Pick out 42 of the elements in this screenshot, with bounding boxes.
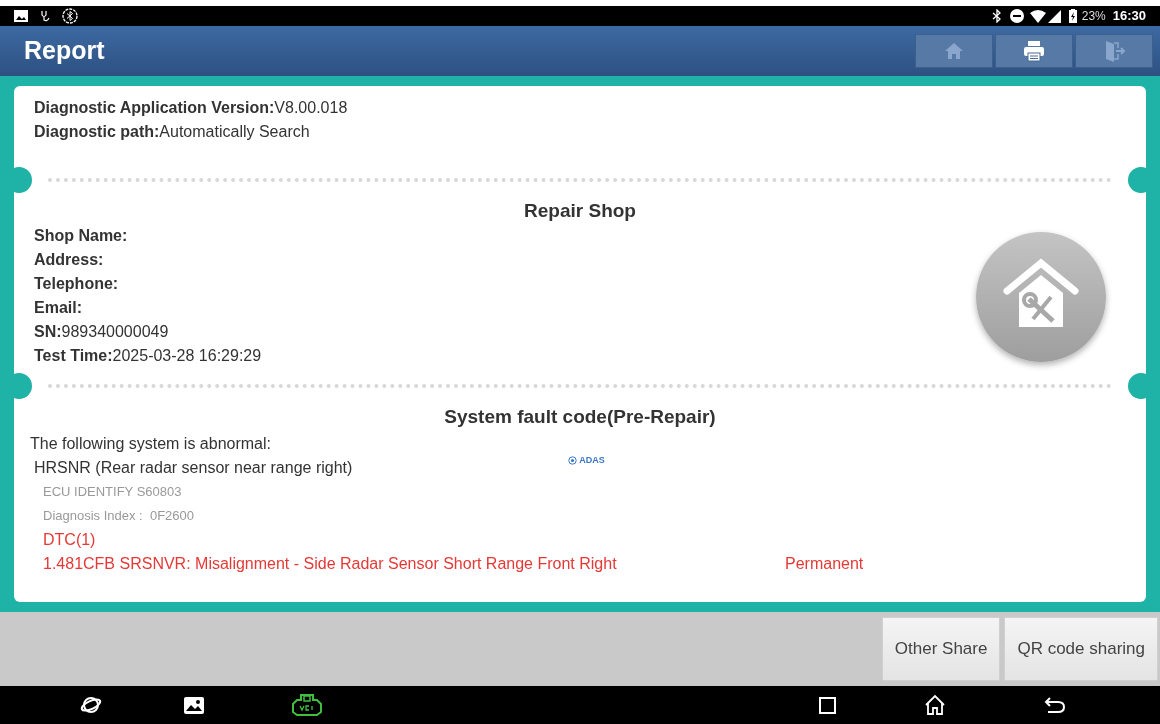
shop-field: Email: [34, 296, 976, 320]
recent-apps-icon[interactable] [819, 696, 836, 714]
shop-field: Shop Name: [34, 224, 976, 248]
target-icon [568, 455, 578, 465]
battery-icon [1068, 9, 1077, 23]
shop-field: SN:989340000049 [34, 320, 976, 344]
adas-tag: ADAS [568, 454, 605, 466]
home-icon[interactable] [924, 694, 946, 716]
ecu-identify: ECU IDENTIFY S60803 [42, 483, 183, 501]
bluetooth-circle-icon [62, 8, 78, 24]
image-icon [14, 10, 28, 22]
shop-field: Test Time:2025-03-28 16:29:29 [34, 344, 976, 368]
dtc-status: Permanent [785, 554, 864, 574]
shop-field: Telephone: [34, 272, 976, 296]
battery-percent: 23% [1081, 8, 1106, 25]
signal-icon [1047, 9, 1061, 23]
section-title: Repair Shop [523, 199, 637, 223]
planet-icon[interactable] [80, 695, 102, 715]
system-name: HRSNR (Rear radar sensor near range right) [34, 458, 353, 478]
back-icon[interactable] [1044, 696, 1066, 714]
info-line: Diagnostic Application Version:V8.00.018 [34, 98, 349, 118]
page-title: Report [24, 35, 106, 67]
wifi-icon [1029, 9, 1046, 23]
fault-intro: The following system is abnormal: [30, 434, 272, 454]
vci-icon[interactable] [292, 694, 322, 716]
diagnosis-index: Diagnosis Index : 0F2600 [42, 507, 196, 525]
section-title: System fault code(Pre-Repair) [443, 405, 717, 429]
bluetooth-icon [991, 9, 1002, 23]
gallery-icon[interactable] [184, 696, 204, 714]
dtc-count: DTC(1) [42, 530, 97, 550]
toolbar-button[interactable] [995, 34, 1073, 68]
shop-field: Address: [34, 248, 976, 272]
info-line: Diagnostic path:Automatically Search [34, 122, 311, 142]
home-icon [944, 41, 964, 61]
share-button[interactable]: Other Share [881, 617, 1001, 681]
share-button[interactable]: QR code sharing [1004, 617, 1158, 681]
do-not-disturb-icon [1009, 9, 1024, 23]
stethoscope-icon [40, 10, 52, 22]
clock-time: 16:30 [1112, 7, 1146, 26]
printer-icon [1022, 39, 1046, 63]
dtc-description: 1.481CFB SRSNVR: Misalignment - Side Radar Sensor Short Range Front Right [43, 554, 618, 574]
repair-shop-icon [976, 232, 1106, 362]
